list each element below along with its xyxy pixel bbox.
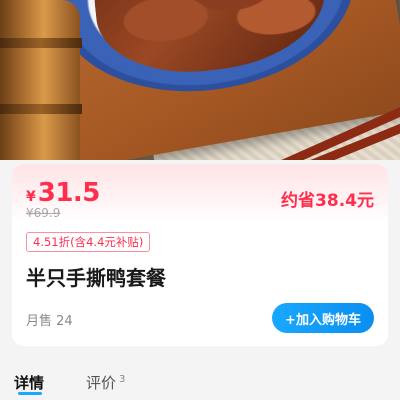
original-price: ¥69.9 bbox=[26, 206, 61, 220]
tab-details[interactable]: 详情 bbox=[14, 372, 44, 393]
review-count-badge: 3 bbox=[119, 374, 126, 385]
product-title: 半只手撕鸭套餐 bbox=[26, 266, 166, 290]
tab-details-label: 详情 bbox=[14, 374, 45, 392]
grinder-ring bbox=[0, 38, 82, 48]
grinder-ring bbox=[0, 104, 82, 114]
discount-tag: 4.51折(含4.4元补贴) bbox=[26, 232, 151, 252]
detail-tabs: 详情 评价 3 bbox=[0, 358, 400, 400]
product-info-card: ¥ 31.5 ¥69.9 约省38.4元 4.51折(含4.4元补贴) 半只手撕… bbox=[12, 164, 388, 346]
savings-amount: 约省38.4元 bbox=[281, 191, 374, 211]
current-price: ¥ 31.5 bbox=[26, 178, 100, 208]
tab-reviews[interactable]: 评价 3 bbox=[86, 372, 125, 393]
tab-reviews-label: 评价 bbox=[86, 374, 117, 392]
pepper-grinder-decor bbox=[0, 0, 82, 160]
price-currency: ¥ bbox=[26, 189, 36, 205]
price-value: 31.5 bbox=[37, 178, 101, 208]
add-to-cart-button[interactable]: +加入购物车 bbox=[272, 303, 374, 333]
monthly-sales: 月售 24 bbox=[26, 314, 73, 329]
active-tab-indicator bbox=[18, 392, 42, 395]
product-hero-image[interactable] bbox=[0, 0, 400, 160]
